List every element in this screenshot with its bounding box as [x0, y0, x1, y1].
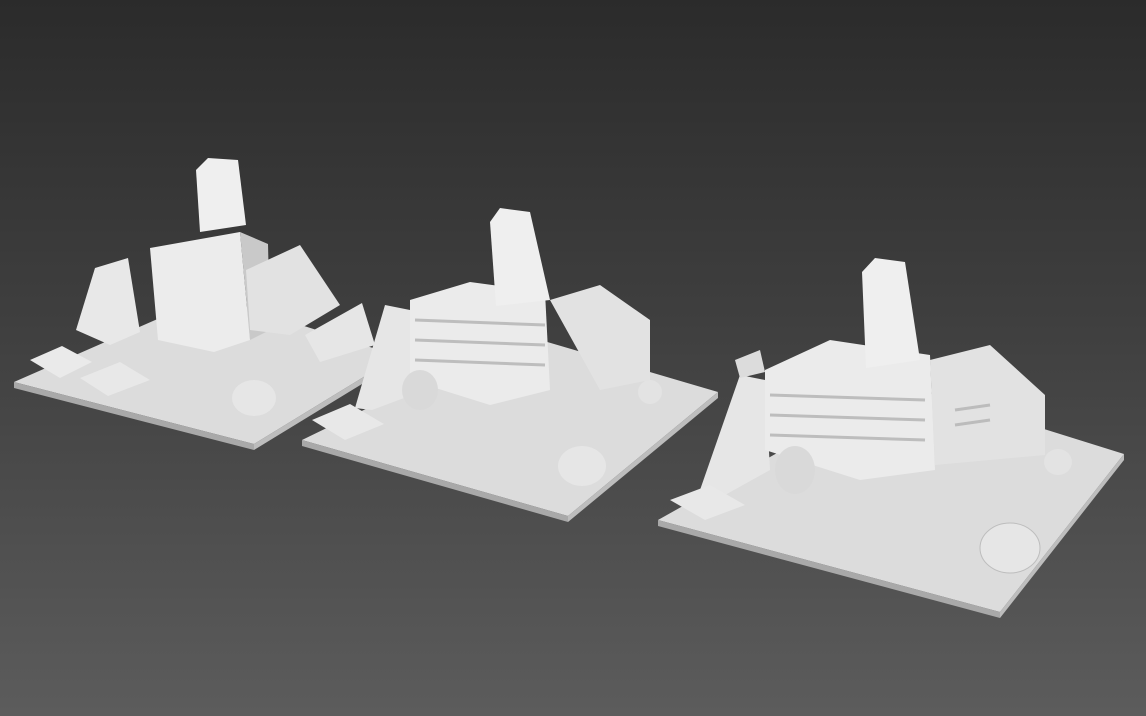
- tower: [196, 158, 246, 232]
- base-model-3: [658, 258, 1124, 618]
- wall-left: [76, 258, 140, 345]
- dome: [558, 446, 606, 486]
- tower: [862, 258, 920, 368]
- geodesic-dome: [979, 522, 1041, 574]
- turret: [735, 350, 765, 378]
- render-scene: [14, 158, 1124, 618]
- dome: [232, 380, 276, 416]
- tower: [490, 208, 550, 306]
- radar-dish: [775, 446, 815, 494]
- radar-dish: [402, 370, 438, 410]
- base-model-1: [14, 158, 398, 450]
